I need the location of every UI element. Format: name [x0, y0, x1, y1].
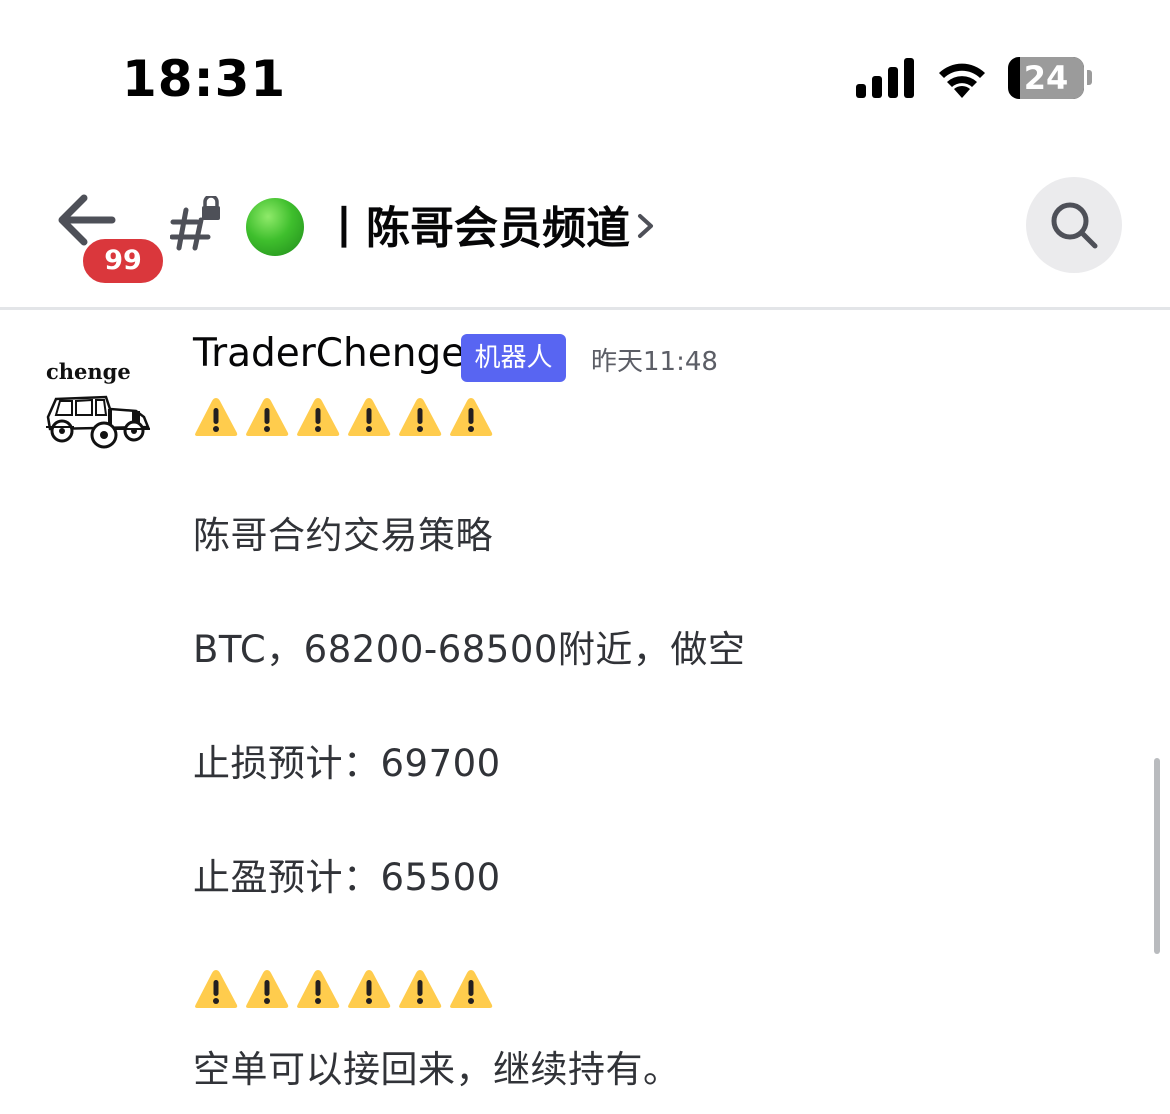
search-icon — [1051, 202, 1098, 249]
signal-icon — [856, 58, 914, 98]
warning-icon — [195, 398, 238, 436]
chevron-right-icon[interactable] — [634, 206, 658, 246]
search-button[interactable] — [1026, 177, 1122, 273]
green-circle-emoji — [246, 198, 304, 256]
warning-emoji-row — [193, 967, 494, 1013]
unread-badge: 99 — [80, 236, 166, 286]
message: chenge TraderChenge 机器人 昨天11:48 陈哥合约交易策略… — [0, 313, 1170, 1114]
message-line: 陈哥合约交易策略 — [193, 514, 493, 557]
message-line: 空单可以接回来，继续持有。 — [193, 1048, 681, 1091]
message-line: 止损预计：69700 — [193, 742, 501, 785]
battery-icon: 24 — [1008, 57, 1092, 99]
warning-icon — [246, 398, 289, 436]
warning-icon — [246, 970, 289, 1008]
wifi-icon — [939, 63, 985, 98]
vintage-car-icon — [46, 395, 150, 449]
battery-level: 24 — [1023, 59, 1069, 97]
warning-icon — [348, 398, 391, 436]
bot-tag: 机器人 — [461, 334, 566, 382]
message-timestamp: 昨天11:48 — [591, 347, 718, 377]
avatar[interactable]: chenge — [40, 353, 152, 453]
warning-icon — [297, 398, 340, 436]
status-bar: 18:31 24 — [0, 0, 1170, 150]
message-line: BTC，68200-68500附近，做空 — [193, 628, 746, 671]
warning-icon — [297, 970, 340, 1008]
message-line: 止盈预计：65500 — [193, 856, 501, 899]
warning-icon — [399, 970, 442, 1008]
warning-icon — [195, 970, 238, 1008]
warning-icon — [450, 970, 493, 1008]
status-time: 18:31 — [122, 50, 287, 108]
channel-title[interactable]: 丨陈哥会员频道 — [322, 192, 630, 256]
avatar-logo-text: chenge — [46, 359, 131, 384]
warning-icon — [348, 970, 391, 1008]
locked-hash-channel-icon — [170, 196, 220, 251]
author-name[interactable]: TraderChenge — [193, 331, 465, 376]
scrollbar[interactable] — [1154, 758, 1160, 954]
warning-icon — [399, 398, 442, 436]
warning-icon — [450, 398, 493, 436]
battery-body: 24 — [1008, 57, 1084, 99]
warning-emoji-row — [193, 395, 494, 441]
battery-cap — [1087, 70, 1092, 85]
channel-header: 99 丨陈哥会员频道 — [0, 150, 1170, 310]
